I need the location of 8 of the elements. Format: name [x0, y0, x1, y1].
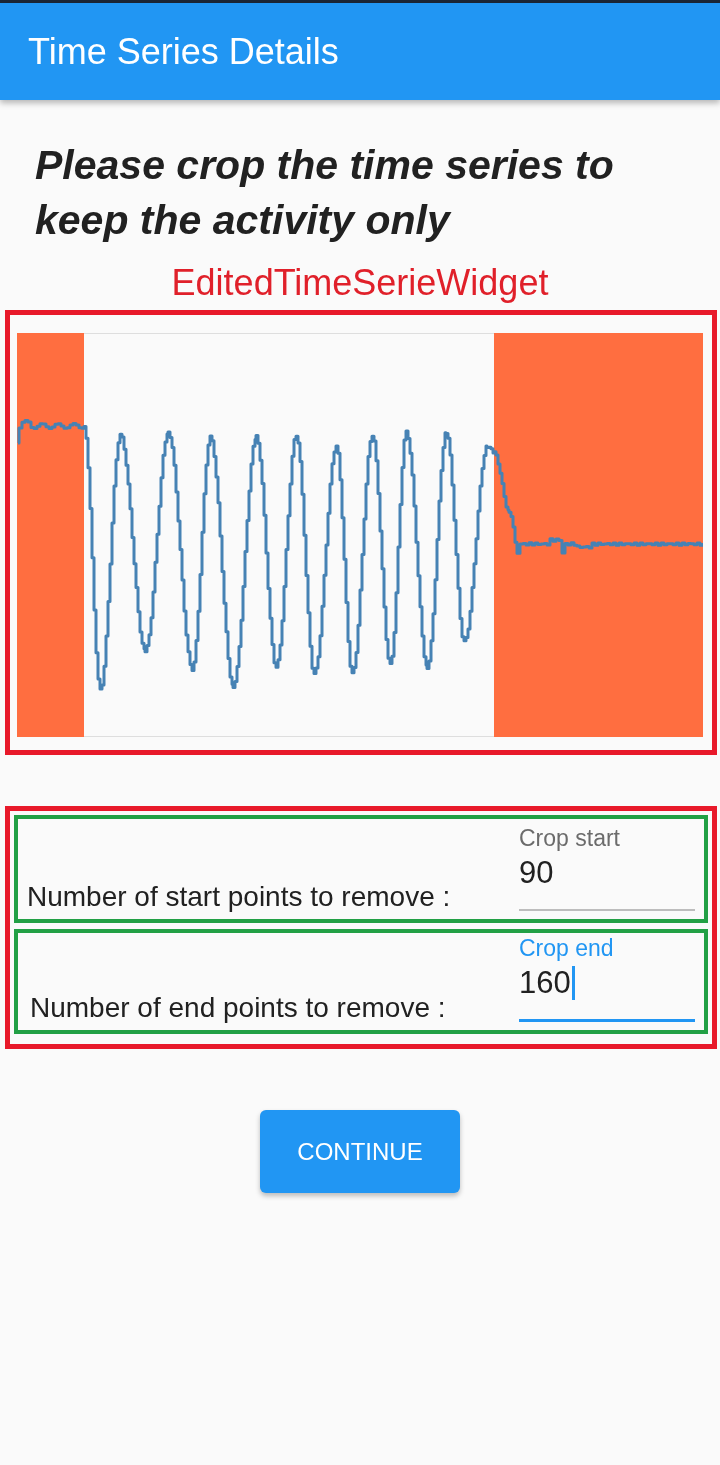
number-input-field[interactable]: Crop end 160 — [519, 935, 695, 1022]
app-bar-title: Time Series Details — [28, 29, 339, 74]
number-input-field[interactable]: Crop start 90 — [519, 825, 695, 911]
field-prompt: Number of start points to remove : — [27, 881, 451, 913]
widget-annotation-label: EditedTimeSerieWidget — [171, 261, 549, 305]
text-cursor-icon — [571, 966, 575, 1000]
field-prompt: Number of end points to remove : — [30, 992, 446, 1024]
instruction-heading: Please crop the time series to keep the activity only — [35, 141, 615, 245]
